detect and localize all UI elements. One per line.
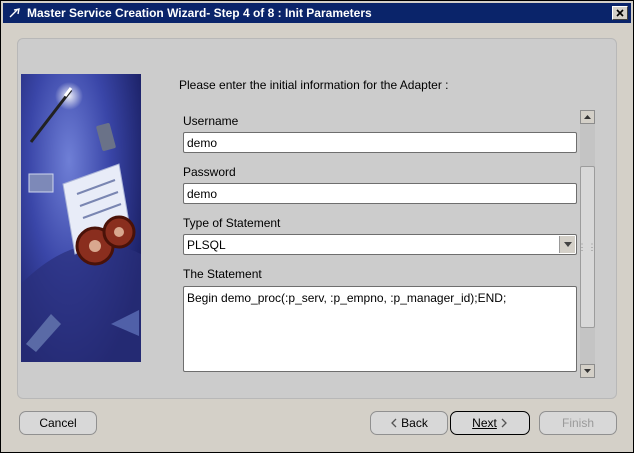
- password-label: Password: [183, 165, 236, 179]
- statement-label: The Statement: [183, 267, 262, 281]
- chevron-right-icon: [501, 418, 507, 428]
- form-scrollbar[interactable]: ⋮⋮: [577, 110, 598, 378]
- statement-type-value: PLSQL: [187, 238, 226, 252]
- oracle-icon: [7, 5, 23, 21]
- wizard-illustration: [21, 74, 141, 362]
- scroll-up-button[interactable]: [580, 110, 595, 124]
- arrow-down-icon: [584, 369, 591, 373]
- cancel-button[interactable]: Cancel: [19, 411, 97, 435]
- next-button[interactable]: Next: [450, 411, 530, 435]
- back-button[interactable]: Back: [370, 411, 448, 435]
- chevron-down-icon: [563, 242, 572, 247]
- statement-type-label: Type of Statement: [183, 216, 281, 230]
- dropdown-button[interactable]: [559, 236, 575, 253]
- finish-button[interactable]: Finish: [539, 411, 617, 435]
- back-button-label: Back: [401, 416, 428, 430]
- scroll-thumb[interactable]: ⋮⋮: [577, 166, 598, 328]
- cancel-button-label: Cancel: [39, 416, 77, 430]
- username-label: Username: [183, 114, 239, 128]
- grip-icon: ⋮⋮: [577, 242, 598, 252]
- password-input[interactable]: demo: [183, 183, 577, 204]
- arrow-up-icon: [584, 115, 591, 119]
- intro-text: Please enter the initial information for…: [179, 78, 449, 92]
- window-title: Master Service Creation Wizard- Step 4 o…: [27, 6, 372, 20]
- next-button-label: Next: [472, 416, 497, 430]
- wizard-window: Master Service Creation Wizard- Step 4 o…: [0, 0, 634, 453]
- finish-button-label: Finish: [561, 416, 594, 430]
- scroll-down-button[interactable]: [580, 364, 595, 378]
- chevron-left-icon: [391, 418, 397, 428]
- statement-textarea[interactable]: Begin demo_proc(:p_serv, :p_empno, :p_ma…: [183, 286, 577, 372]
- close-button[interactable]: [612, 6, 628, 20]
- title-bar[interactable]: Master Service Creation Wizard- Step 4 o…: [3, 3, 631, 23]
- close-icon: [616, 9, 624, 17]
- statement-type-select[interactable]: PLSQL: [183, 234, 577, 255]
- username-input[interactable]: demo: [183, 132, 577, 153]
